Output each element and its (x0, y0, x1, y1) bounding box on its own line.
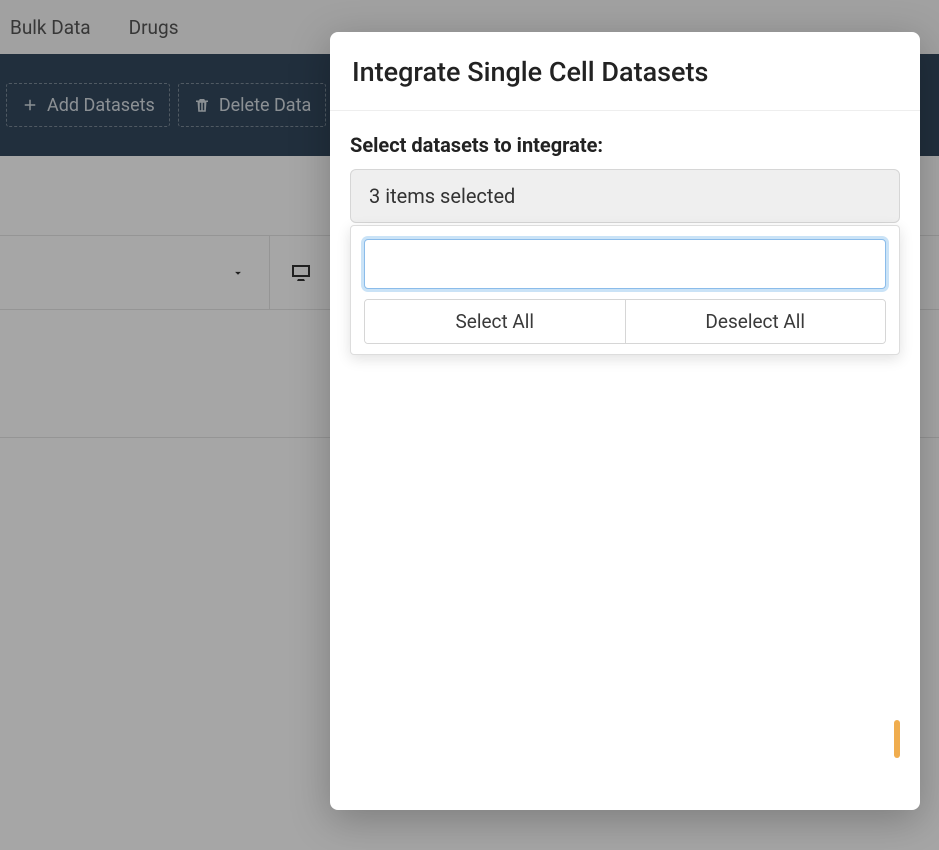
modal-header: Integrate Single Cell Datasets (330, 32, 920, 111)
dropdown-controls: Select All Deselect All (351, 226, 899, 354)
modal-body: Select datasets to integrate: 3 items se… (330, 111, 920, 355)
search-input[interactable] (364, 239, 886, 289)
action-button-edge (894, 720, 900, 758)
bulk-select-buttons: Select All Deselect All (364, 299, 886, 344)
deselect-all-button[interactable]: Deselect All (625, 300, 886, 343)
select-all-button[interactable]: Select All (365, 300, 625, 343)
modal-title: Integrate Single Cell Datasets (352, 56, 898, 88)
select-datasets-label: Select datasets to integrate: (350, 133, 900, 157)
dropdown-panel: Select All Deselect All GSE117570_lung_n… (350, 225, 900, 355)
selected-count-display[interactable]: 3 items selected (350, 169, 900, 223)
integrate-modal: Integrate Single Cell Datasets Select da… (330, 32, 920, 810)
